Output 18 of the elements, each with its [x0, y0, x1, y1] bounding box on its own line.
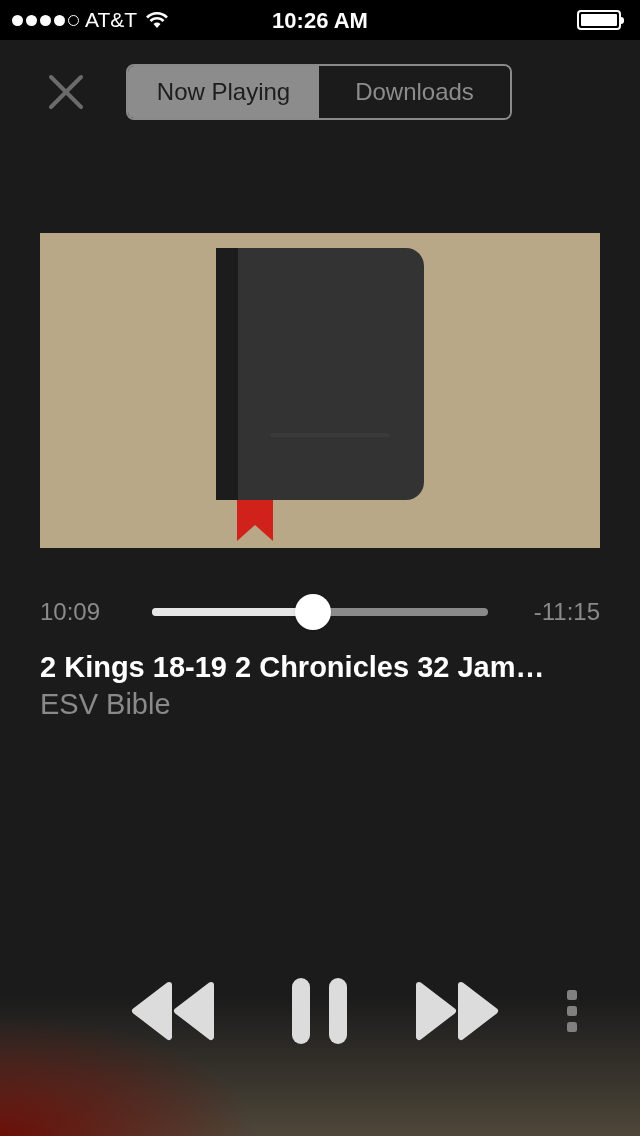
- pause-button[interactable]: [292, 978, 348, 1044]
- close-icon: [48, 74, 84, 110]
- carrier-label: AT&T: [85, 7, 138, 34]
- segment-tab[interactable]: Now Playing: [128, 66, 319, 118]
- progress-slider[interactable]: [152, 594, 488, 630]
- more-icon: [567, 990, 577, 1032]
- track-subtitle: ESV Bible: [40, 687, 172, 722]
- remaining-time: -11:15: [533, 597, 600, 627]
- elapsed-time: 10:09: [40, 597, 102, 627]
- wifi-icon: [145, 11, 170, 29]
- fast-forward-icon: [415, 981, 499, 1041]
- battery-icon: [577, 10, 624, 30]
- clock: 10:26 AM: [272, 6, 368, 35]
- fast-forward-button[interactable]: [414, 979, 500, 1043]
- rewind-icon: [131, 981, 215, 1041]
- pause-icon: [292, 978, 348, 1044]
- rewind-button[interactable]: [130, 979, 216, 1043]
- track-title: 2 Kings 18-19 2 Chronicles 32 Jam…: [40, 650, 546, 685]
